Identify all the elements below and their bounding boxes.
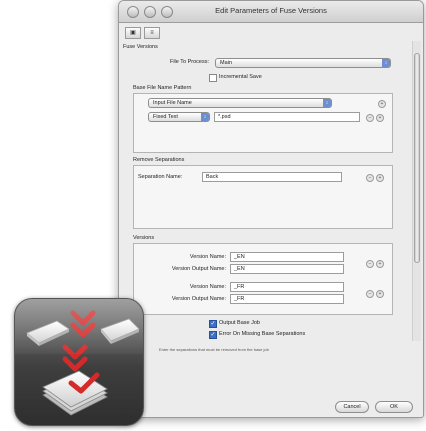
versions-group: Version Name: _EN Version Output Name: _… [133,243,393,315]
version-output-name-label-2: Version Output Name: [171,296,226,302]
incremental-save-checkbox[interactable] [209,74,217,82]
row-1-plusminus: + [378,100,386,108]
pattern-type-2: Fixed Text [153,114,178,120]
separation-plusminus: − + [366,174,384,182]
versions-title: Versions [133,235,155,241]
file-to-process-select[interactable]: Main ↕ [215,58,391,68]
version-output-name-input-1[interactable]: _EN [230,264,344,274]
output-base-job-label: Output Base Job [219,320,260,326]
cancel-button[interactable]: Cancel [335,401,369,413]
base-file-name-pattern-group: Input File Name ↕ + Fixed Text ↕ *.psd −… [133,93,393,153]
edit-parameters-window: Edit Parameters of Fuse Versions ▣ ≡ Fus… [118,0,424,418]
remove-separations-title: Remove Separations [133,157,185,163]
add-row-icon[interactable]: + [376,290,384,298]
vertical-scrollbar[interactable] [412,41,421,341]
window-title: Edit Parameters of Fuse Versions [215,6,327,15]
pattern-type-1: Input File Name [153,100,192,106]
section-title: Fuse Versions [123,44,158,50]
separation-name-input[interactable]: Back [202,172,342,182]
error-missing-label: Error On Missing Base Separations [219,331,306,337]
remove-row-icon[interactable]: − [366,260,374,268]
chevron-updown-icon: ↕ [382,59,390,67]
hint-text: Enter the separations that must be remov… [159,347,269,352]
version-output-name-input-2[interactable]: _FR [230,294,344,304]
pattern-type-select-2[interactable]: Fixed Text ↕ [148,112,210,122]
incremental-save-label: Incremental Save [219,74,262,80]
document-stack-icon [42,370,108,416]
fixed-text-input[interactable]: *.psd [214,112,360,122]
version-name-input-2[interactable]: _FR [230,282,344,292]
file-to-process-label: File To Process: [169,59,209,65]
version-2-plusminus: − + [366,290,384,298]
add-row-icon[interactable]: + [376,174,384,182]
add-row-icon[interactable]: + [376,114,384,122]
remove-row-icon[interactable]: − [366,290,374,298]
version-1-plusminus: − + [366,260,384,268]
pattern-type-select-1[interactable]: Input File Name ↕ [148,98,332,108]
version-output-name-label-1: Version Output Name: [171,266,226,272]
version-name-label-1: Version Name: [189,254,226,260]
add-row-icon[interactable]: + [376,260,384,268]
scrollbar-thumb[interactable] [414,53,420,263]
error-missing-checkbox[interactable]: ✓ [209,331,217,339]
remove-row-icon[interactable]: − [366,114,374,122]
chevron-updown-icon: ↕ [323,99,331,107]
output-base-job-checkbox[interactable]: ✓ [209,320,217,328]
inspector-icon[interactable]: ▣ [125,27,141,39]
remove-separations-group: Separation Name: Back − + [133,165,393,229]
file-to-process-value: Main [220,60,232,66]
row-2-plusminus: − + [366,114,384,122]
separation-name-label: Separation Name: [138,174,183,180]
toolbar: ▣ ≡ [125,27,160,39]
chevron-updown-icon: ↕ [201,113,209,121]
add-row-icon[interactable]: + [378,100,386,108]
remove-row-icon[interactable]: − [366,174,374,182]
fuse-versions-app-icon [14,298,144,426]
ok-button[interactable]: OK [375,401,413,413]
version-name-input-1[interactable]: _EN [230,252,344,262]
version-name-label-2: Version Name: [189,284,226,290]
title-bar: Edit Parameters of Fuse Versions [119,1,423,23]
base-file-name-pattern-title: Base File Name Pattern [133,85,192,91]
list-view-icon[interactable]: ≡ [144,27,160,39]
